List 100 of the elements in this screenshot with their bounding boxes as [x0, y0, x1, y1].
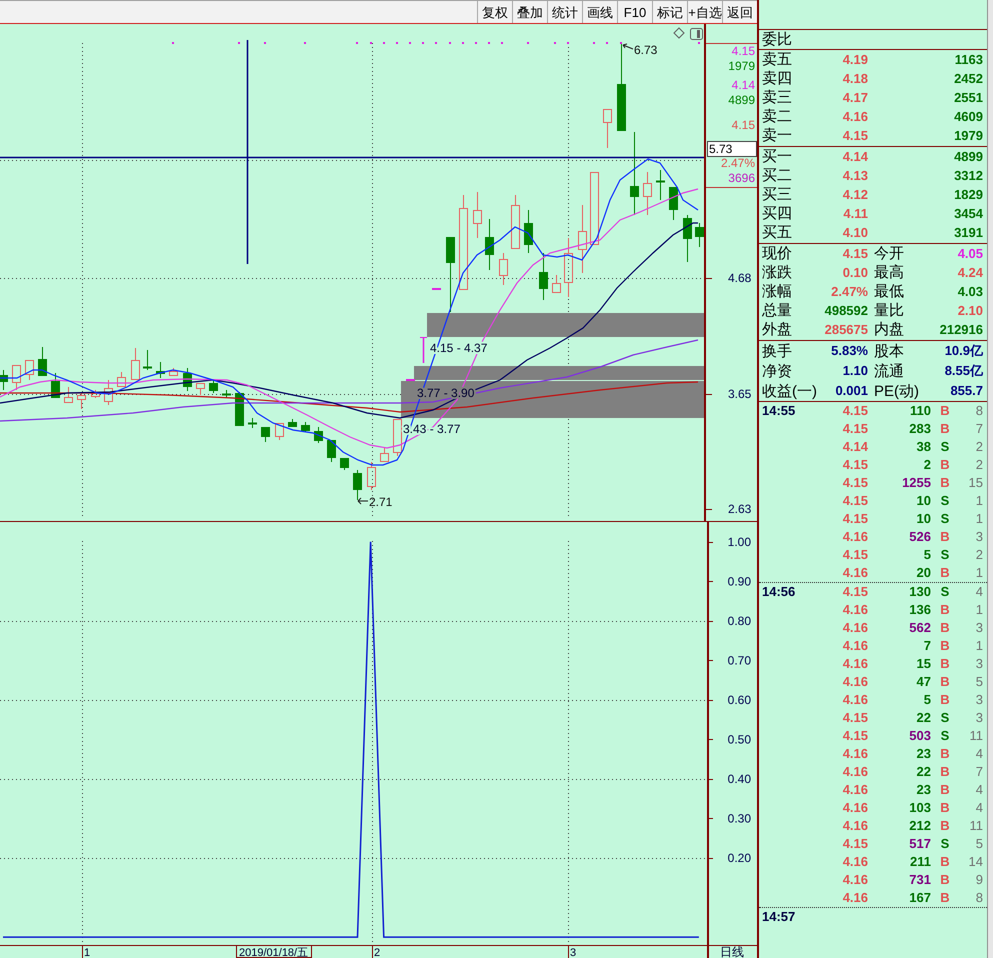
diamond-icon[interactable]	[673, 27, 685, 39]
cursor-price-label: 5.73	[707, 141, 757, 157]
trade-side: S	[940, 546, 950, 564]
trade-time: 14:57	[762, 908, 796, 926]
trade-volume: 110	[909, 402, 931, 420]
axis-label: 0.20	[728, 851, 751, 866]
trade-side: B	[939, 853, 951, 872]
candlestick	[406, 379, 415, 381]
stat-value: 855.7	[949, 382, 983, 400]
candlestick	[643, 172, 652, 216]
candlestick	[485, 218, 494, 270]
trade-side: B	[939, 781, 951, 800]
stat-value: 2.47%	[830, 282, 868, 301]
range-bracket	[420, 337, 428, 363]
toolbar-button[interactable]: 统计	[547, 1, 582, 23]
trade-count: 1	[974, 510, 983, 528]
stat-label: 净资	[762, 362, 793, 380]
trade-count: 7	[974, 763, 983, 782]
trade-price: 4.15	[842, 709, 868, 728]
trade-side: S	[940, 492, 950, 510]
trade-price: 4.16	[842, 889, 868, 908]
trade-price: 4.16	[842, 601, 868, 620]
toolbar-button[interactable]: 复权	[477, 1, 512, 23]
trade-side: B	[939, 420, 951, 438]
cursor-date-label: 2019/01/18/五	[236, 945, 312, 958]
panel-icon[interactable]	[690, 28, 703, 40]
trade-volume: 130	[908, 583, 931, 602]
trade-count: 11	[968, 817, 983, 836]
trade-volume: 22	[916, 763, 931, 782]
candlestick	[209, 380, 218, 394]
trade-side: B	[939, 655, 951, 674]
trade-volume: 562	[908, 619, 931, 638]
trade-time: 14:56	[762, 583, 796, 602]
candlestick	[288, 418, 297, 428]
axis-label: 3.65	[728, 387, 752, 401]
trade-count: 1	[974, 601, 983, 620]
trade-price: 4.15	[842, 492, 868, 510]
trade-volume: 23	[916, 745, 931, 764]
trade-price: 4.16	[842, 655, 868, 674]
trade-side: B	[939, 889, 951, 908]
order-price: 4.14	[842, 148, 868, 166]
trade-volume: 136	[908, 601, 931, 620]
toolbar-button[interactable]: 标记	[652, 1, 687, 23]
trade-side: B	[939, 402, 951, 420]
toolbar-button[interactable]: 叠加	[512, 1, 547, 23]
trade-price: 4.16	[842, 528, 868, 546]
trade-price: 4.15	[842, 420, 868, 438]
low-price-label: 2.71	[369, 495, 392, 509]
trade-count: 9	[974, 871, 983, 890]
candlestick	[524, 210, 533, 254]
toolbar-button[interactable]: F10	[617, 1, 652, 23]
axis-label: 0.80	[728, 614, 751, 628]
trade-count: 8	[974, 889, 983, 908]
trade-side: B	[939, 799, 951, 818]
period-label: 日线	[720, 945, 744, 958]
trade-price: 4.15	[842, 546, 868, 564]
order-label: 卖二	[762, 107, 793, 126]
stat-value: 2.10	[956, 302, 983, 320]
trade-volume: 526	[908, 528, 931, 546]
order-price: 4.19	[842, 51, 868, 69]
toolbar-button[interactable]: +自选	[687, 1, 722, 23]
trade-count: 2	[974, 546, 983, 564]
trade-time: 14:55	[762, 402, 796, 420]
trade-price: 4.15	[842, 474, 868, 492]
candlestick	[64, 386, 73, 403]
candlestick	[340, 458, 349, 470]
toolbar-button[interactable]: 画线	[582, 1, 617, 23]
trade-volume: 283	[908, 420, 931, 438]
candlestick	[578, 204, 587, 274]
order-volume: 1829	[953, 186, 983, 204]
trade-side: B	[939, 673, 951, 692]
trade-count: 15	[968, 474, 983, 492]
stat-value: 212916	[938, 320, 983, 339]
candlestick	[603, 109, 612, 148]
axis-label: 0.50	[728, 732, 751, 746]
order-label: 买一	[762, 147, 793, 166]
stat-label: 涨跌	[762, 263, 793, 282]
trade-side: S	[940, 835, 950, 854]
candlestick	[511, 194, 520, 249]
candlestick	[380, 446, 389, 462]
trade-side: B	[939, 601, 951, 620]
candlestick	[91, 390, 100, 398]
trade-count: 7	[974, 420, 983, 438]
high-price-label: 6.73	[634, 43, 658, 57]
stat-value: 285675	[824, 320, 868, 339]
leader-arrow	[358, 498, 368, 504]
trade-count: 14	[968, 853, 983, 872]
trade-count: 11	[968, 727, 983, 746]
trade-volume: 517	[908, 835, 931, 854]
trade-side: B	[939, 745, 951, 764]
trade-price: 4.16	[842, 673, 868, 692]
toolbar-button[interactable]: 返回	[722, 1, 757, 23]
candlestick	[235, 392, 244, 426]
candlestick	[552, 274, 561, 293]
trade-price: 4.15	[842, 402, 868, 420]
order-volume: 3191	[953, 224, 983, 242]
trade-volume: 47	[916, 673, 931, 692]
order-price: 4.17	[842, 89, 868, 107]
trade-price: 4.16	[842, 637, 868, 656]
order-volume: 1979	[953, 127, 983, 145]
